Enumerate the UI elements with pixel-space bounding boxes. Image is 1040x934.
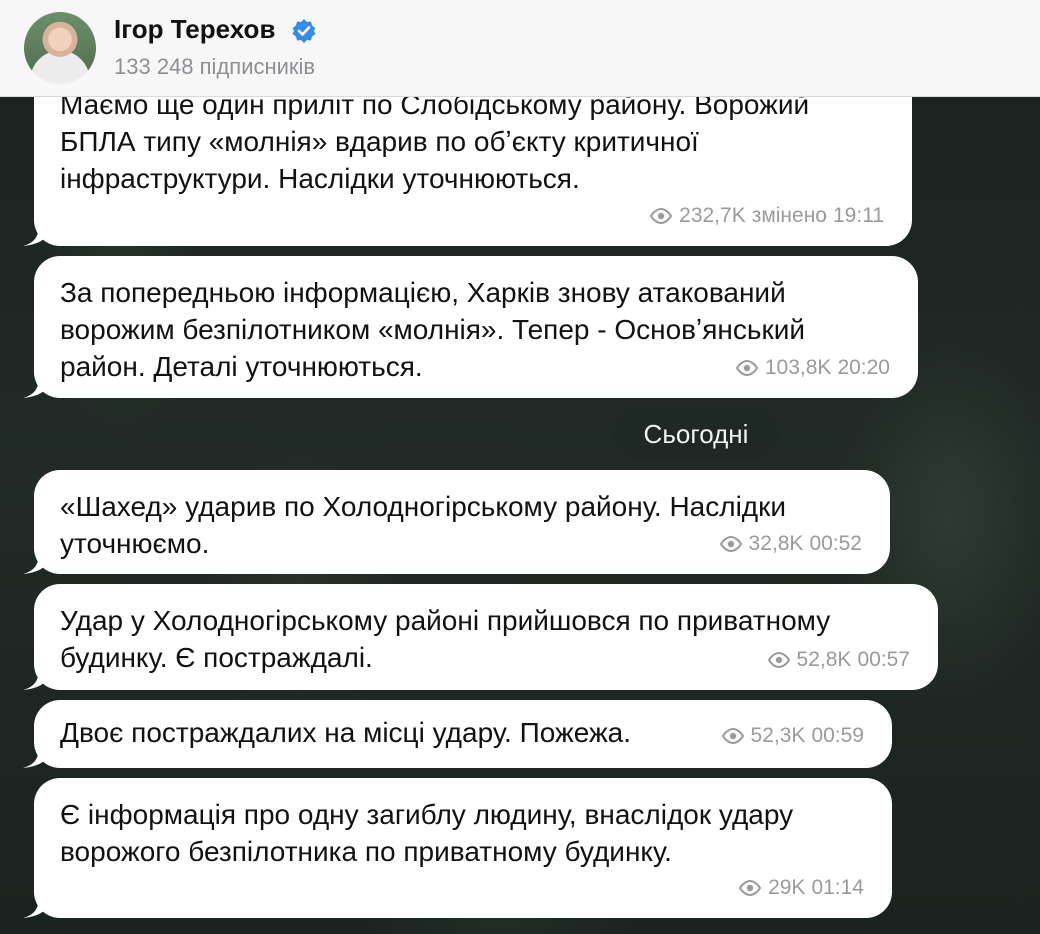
views-eye-icon (767, 651, 790, 668)
message-time: 00:57 (857, 648, 910, 671)
bubble-tail (23, 550, 51, 574)
message-meta: 32,8K 00:52 (719, 525, 862, 562)
date-separator-label: Сьогодні (643, 418, 749, 449)
channel-avatar[interactable] (24, 12, 96, 84)
views-eye-icon (649, 207, 673, 224)
message-bubble[interactable]: «Шахед» ударив по Холодногірському район… (23, 470, 890, 574)
channel-title: Ігор Терехов (114, 14, 317, 45)
views-count: 52,8K (796, 648, 852, 671)
channel-header[interactable]: Ігор Терехов 133 248 підписників (0, 0, 1040, 97)
views-count: 29K (768, 876, 806, 899)
subscriber-count: 133 248 підписників (114, 54, 316, 79)
views-eye-icon (735, 359, 759, 376)
views-eye-icon (721, 727, 744, 744)
edited-label: змінено (751, 204, 827, 227)
message-time: 00:59 (811, 724, 864, 747)
message-bubble[interactable]: Є інформація про одну загиблу людину, вн… (23, 778, 892, 918)
message-bubble[interactable]: За попередньою інформацією, Харків знову… (23, 256, 918, 398)
message-bubble[interactable]: Двоє постраждалих на місці удару. Пожежа… (23, 700, 892, 768)
date-separator: Сьогодні (614, 410, 778, 458)
message-meta: 232,7K змінено 19:11 (649, 197, 884, 234)
bubble-tail (23, 666, 51, 690)
views-eye-icon (738, 879, 762, 896)
bubble-tail (23, 374, 51, 398)
message-time: 00:52 (809, 532, 862, 555)
views-count: 32,8K (748, 532, 804, 555)
message-meta: 29K 01:14 (738, 869, 864, 906)
verified-badge-icon (292, 19, 316, 44)
bubble-tail (23, 894, 51, 918)
message-text: Маємо ще один приліт по Слобідському рай… (60, 89, 810, 194)
message-text: Є інформація про одну загиблу людину, вн… (60, 799, 794, 867)
message-time: 20:20 (837, 356, 890, 379)
bubble-tail (23, 222, 51, 246)
views-count: 52,3K (750, 724, 806, 747)
views-eye-icon (719, 535, 742, 552)
views-count: 232,7K (679, 204, 746, 227)
views-count: 103,8K (764, 356, 832, 379)
channel-name-text: Ігор Терехов (114, 14, 276, 44)
message-meta: 52,8K 00:57 (767, 641, 910, 678)
message-time: 19:11 (833, 204, 884, 227)
bubble-tail (23, 744, 51, 768)
message-meta: 52,3K 00:59 (721, 717, 864, 754)
message-meta: 103,8K 20:20 (735, 349, 890, 386)
message-time: 01:14 (811, 876, 864, 899)
message-bubble[interactable]: Удар у Холодногірському районі прийшовся… (23, 584, 938, 690)
